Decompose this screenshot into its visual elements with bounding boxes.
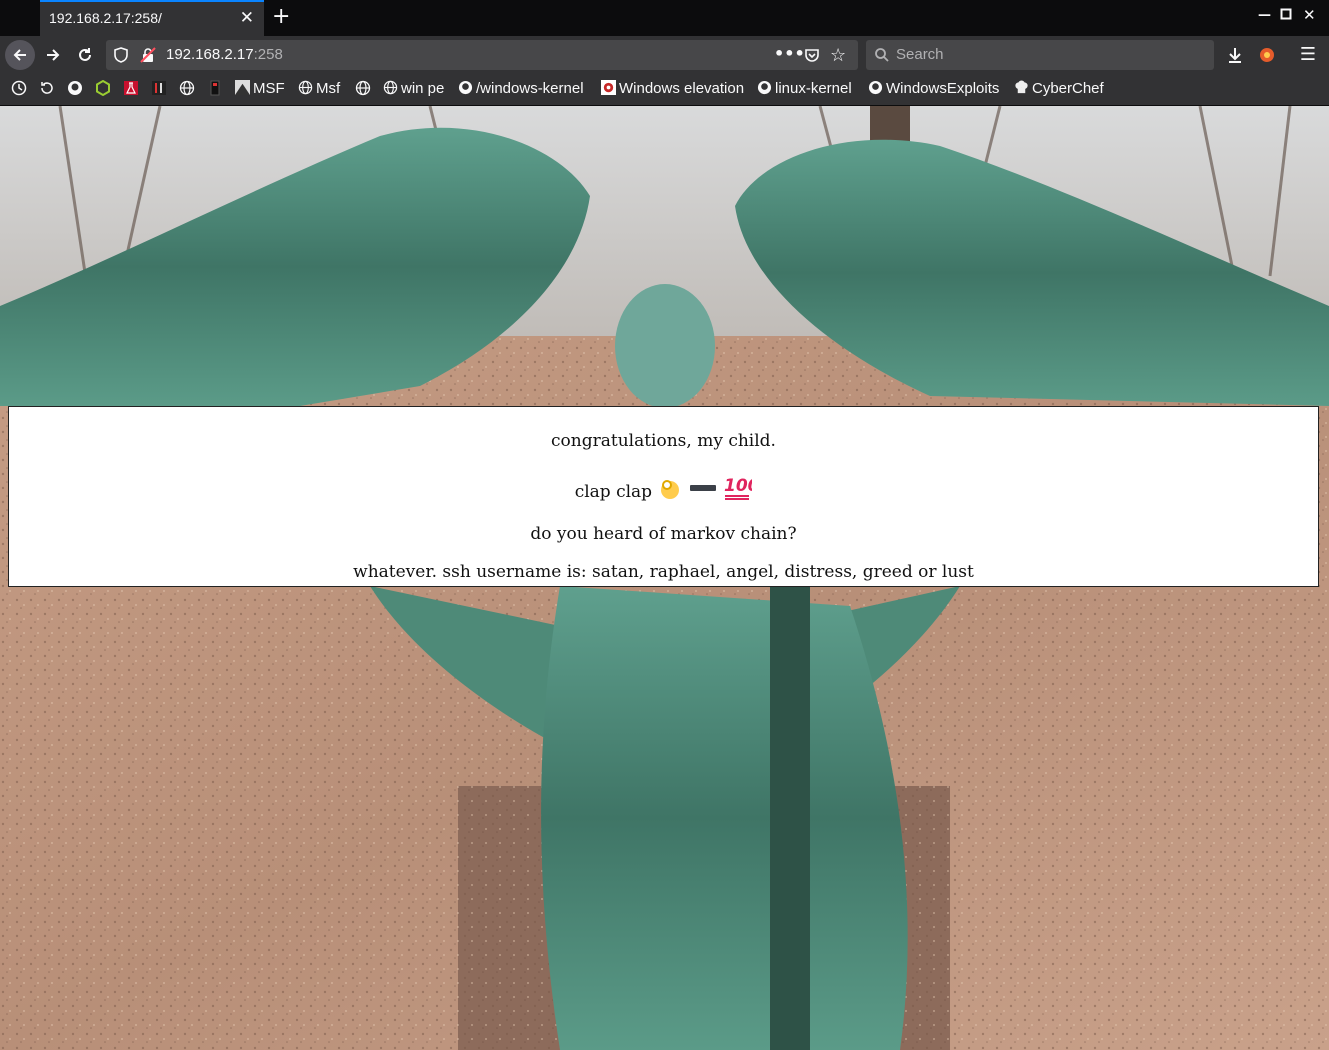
search-icon [874,47,890,67]
bookmark-windows-kernel[interactable]: /windows-kernel [458,80,584,100]
globe-icon [383,80,398,95]
page-actions-icon[interactable]: ••• [774,44,805,63]
bookmark-label: win pe [401,80,445,97]
bookmarks-toolbar: MSF Msf win pe /windows-kernel Windows e… [0,74,1329,106]
url-port: :258 [253,46,283,63]
url-host: 192.168.2.17 [166,46,254,63]
insecure-lock-icon[interactable] [140,47,156,67]
bookmark-msf[interactable]: MSF [235,80,285,100]
navigation-toolbar: 192.168.2.17:258 ••• ☆ Search ☰ [0,36,1329,74]
ok-hand-emoji-icon [657,475,683,506]
tab-strip: 192.168.2.17:258/ ✕ + — ✕ [0,0,1329,36]
bookmark-win-pe[interactable]: win pe [383,80,444,100]
bookmark-linux-kernel[interactable]: linux-kernel [757,80,852,100]
close-tab-icon[interactable]: ✕ [240,8,254,28]
close-window-icon[interactable]: ✕ [1303,6,1316,24]
hundred-points-emoji-icon: 100 [722,471,760,506]
bookmark-windows-elevation[interactable]: Windows elevation [601,80,744,100]
bookmark-label: Msf [316,80,341,97]
globe-icon [298,80,313,95]
menu-icon[interactable]: ☰ [1293,40,1323,70]
github-icon [757,80,772,95]
site-icon [601,80,616,95]
address-bar[interactable]: 192.168.2.17:258 ••• ☆ [106,40,858,70]
bookmark-label: MSF [253,80,285,97]
congratulations-text: congratulations, my child. [551,431,776,451]
phone-bookmark-icon[interactable] [207,80,223,100]
bookmark-star-icon[interactable]: ☆ [830,45,846,66]
github-icon [868,80,883,95]
tool-bookmark-icon[interactable] [151,80,167,100]
url-text[interactable]: 192.168.2.17:258 [166,46,283,63]
ssh-username-text: whatever. ssh username is: satan, raphae… [353,562,974,582]
globe-bookmark-icon-2[interactable] [355,80,371,100]
bookmark-cyberchef[interactable]: CyberChef [1014,80,1104,100]
page-content: congratulations, my child. clap clap 100… [0,106,1329,1050]
bookmark-label: CyberChef [1032,80,1104,97]
forward-icon[interactable] [38,40,68,70]
tab-title: 192.168.2.17:258/ [49,10,162,26]
search-placeholder: Search [896,46,944,63]
minimize-icon[interactable]: — [1258,8,1271,23]
clap-line: clap clap 100 [9,471,1318,506]
image-icon [235,80,250,95]
svg-text:100: 100 [724,476,752,496]
pocket-icon[interactable] [804,47,820,67]
bookmark-windowsexploits[interactable]: WindowsExploits [868,80,999,100]
flask-bookmark-icon[interactable] [123,80,139,100]
markov-question-text: do you heard of markov chain? [530,524,797,544]
bookmark-label: linux-kernel [775,80,852,97]
chef-hat-icon [1015,80,1028,94]
clock-bookmark-icon[interactable] [11,80,27,100]
new-tab-icon[interactable]: + [272,4,290,29]
history-bookmark-icon[interactable] [39,80,55,100]
back-icon[interactable] [5,40,35,70]
extension-icon[interactable] [1252,40,1282,70]
active-tab[interactable]: 192.168.2.17:258/ ✕ [40,0,264,36]
globe-bookmark-icon[interactable] [179,80,195,100]
downloads-icon[interactable] [1220,40,1250,70]
bookmark-msf-2[interactable]: Msf [298,80,340,100]
github-icon [458,80,473,95]
bookmark-label: WindowsExploits [886,80,1000,97]
shield-icon[interactable] [114,47,128,67]
bookmark-label: /windows-kernel [476,80,584,97]
reload-icon[interactable] [70,40,100,70]
github-bookmark-icon[interactable] [67,80,83,100]
dash-emoji-icon [689,475,717,506]
maximize-icon[interactable] [1280,8,1292,24]
message-box: congratulations, my child. clap clap 100… [8,406,1319,587]
search-bar[interactable]: Search [866,40,1214,70]
cube-bookmark-icon[interactable] [95,79,111,100]
bookmark-label: Windows elevation [619,80,745,97]
clap-text: clap clap [574,482,653,502]
